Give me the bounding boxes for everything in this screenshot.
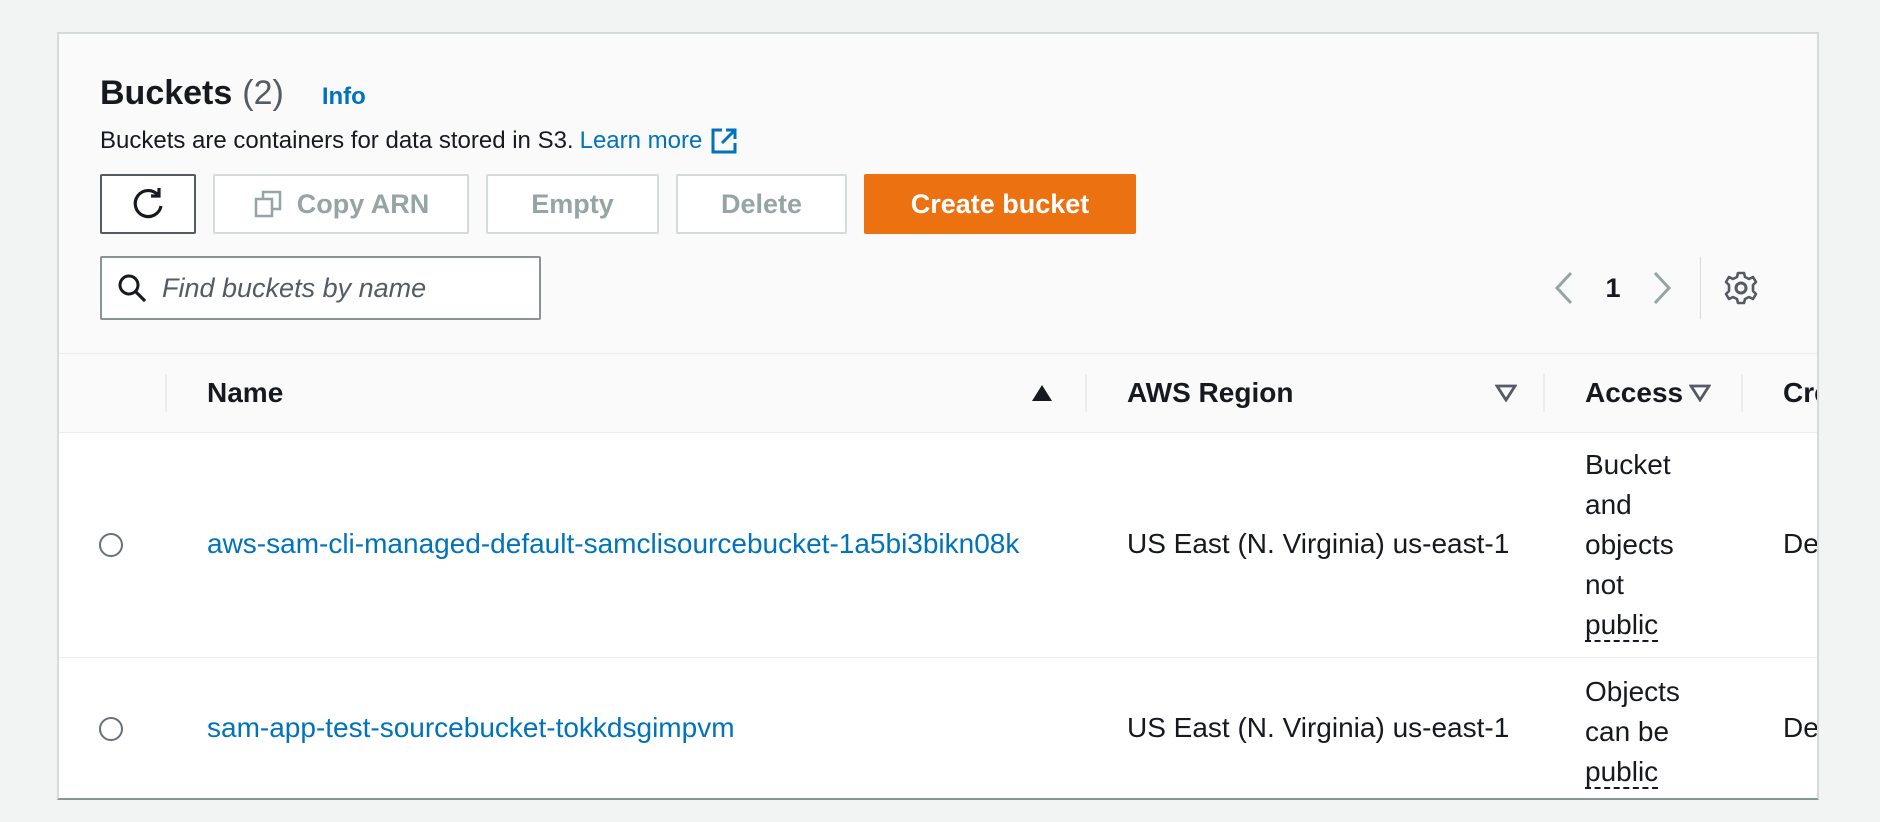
external-link-icon[interactable] bbox=[710, 127, 738, 155]
buckets-table: Name AWS Region Access Cre aws-sam-cli-m… bbox=[59, 353, 1819, 798]
row-select-radio[interactable] bbox=[99, 533, 123, 557]
next-page-button[interactable] bbox=[1642, 266, 1682, 310]
sort-ascending-icon[interactable] bbox=[1031, 354, 1053, 432]
bucket-created: Dec bbox=[1783, 528, 1819, 559]
bucket-count: (2) bbox=[242, 74, 284, 112]
access-line: objects bbox=[1585, 529, 1674, 560]
pager-divider bbox=[1700, 257, 1701, 319]
page-number-button[interactable]: 1 bbox=[1584, 273, 1642, 304]
empty-button[interactable]: Empty bbox=[486, 174, 659, 234]
column-header-name[interactable]: Name bbox=[207, 354, 283, 432]
column-separator bbox=[1741, 374, 1743, 412]
table-row[interactable]: sam-app-test-sourcebucket-tokkdsgimpvm U… bbox=[59, 658, 1819, 798]
chevron-right-icon bbox=[1653, 271, 1672, 305]
table-row[interactable]: aws-sam-cli-managed-default-samclisource… bbox=[59, 433, 1819, 658]
access-line[interactable]: public bbox=[1585, 756, 1659, 789]
sort-descending-icon[interactable] bbox=[1495, 354, 1517, 432]
bucket-created: Dec bbox=[1783, 712, 1819, 743]
sort-descending-icon[interactable] bbox=[1689, 354, 1711, 432]
column-header-region[interactable]: AWS Region bbox=[1127, 354, 1293, 432]
refresh-icon bbox=[133, 188, 163, 219]
copy-icon bbox=[254, 190, 281, 218]
search-box[interactable] bbox=[100, 256, 541, 320]
access-line: and bbox=[1585, 489, 1632, 520]
access-line[interactable]: public bbox=[1585, 609, 1659, 642]
gear-icon bbox=[1724, 271, 1758, 305]
copy-arn-button[interactable]: Copy ARN bbox=[213, 174, 469, 234]
column-header-created[interactable]: Cre bbox=[1783, 354, 1817, 432]
table-header: Name AWS Region Access Cre bbox=[59, 353, 1817, 433]
toolbar: Copy ARN Empty Delete Create bucket bbox=[100, 174, 1136, 234]
column-separator bbox=[1085, 374, 1087, 412]
column-separator bbox=[165, 374, 167, 412]
delete-button[interactable]: Delete bbox=[676, 174, 847, 234]
bucket-name-link[interactable]: sam-app-test-sourcebucket-tokkdsgimpvm bbox=[207, 712, 735, 744]
buckets-header: Buckets (2) Info Buckets are containers … bbox=[100, 74, 738, 155]
bucket-access: Objects can be public bbox=[1585, 672, 1705, 792]
refresh-button[interactable] bbox=[100, 174, 196, 234]
access-line: Bucket bbox=[1585, 449, 1671, 480]
access-line: Objects bbox=[1585, 676, 1680, 707]
copy-arn-label: Copy ARN bbox=[296, 188, 430, 219]
preferences-button[interactable] bbox=[1723, 270, 1759, 306]
create-bucket-button[interactable]: Create bucket bbox=[864, 174, 1136, 234]
column-separator bbox=[1543, 374, 1545, 412]
buckets-panel: Buckets (2) Info Buckets are containers … bbox=[57, 32, 1819, 800]
page-title: Buckets bbox=[100, 74, 233, 112]
access-line: can be bbox=[1585, 716, 1670, 747]
search-input[interactable] bbox=[160, 271, 524, 305]
bucket-name-link[interactable]: aws-sam-cli-managed-default-samclisource… bbox=[207, 528, 1019, 560]
search-icon bbox=[118, 274, 147, 303]
access-line: not bbox=[1585, 569, 1624, 600]
chevron-left-icon bbox=[1554, 271, 1573, 305]
previous-page-button[interactable] bbox=[1544, 266, 1584, 310]
bucket-region: US East (N. Virginia) us-east-1 bbox=[1127, 528, 1510, 559]
column-header-access[interactable]: Access bbox=[1585, 354, 1683, 432]
pagination: 1 bbox=[1544, 257, 1759, 319]
row-select-radio[interactable] bbox=[99, 717, 123, 741]
bucket-region: US East (N. Virginia) us-east-1 bbox=[1127, 712, 1510, 743]
info-link[interactable]: Info bbox=[322, 83, 366, 111]
description-text: Buckets are containers for data stored i… bbox=[100, 127, 574, 154]
bucket-access: Bucket and objects not public bbox=[1585, 445, 1705, 645]
learn-more-link[interactable]: Learn more bbox=[580, 127, 703, 155]
